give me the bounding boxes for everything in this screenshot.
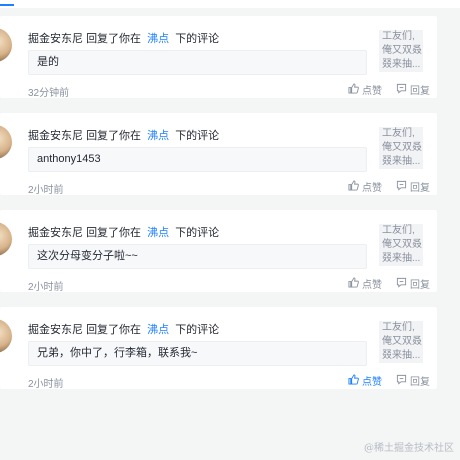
comment-icon [396, 374, 407, 388]
notification-card[interactable]: 掘金安东尼 回复了你在 沸点 下的评论 是的 32分钟前 工友们, 俺又双叒 叕… [0, 16, 437, 99]
thumbnail-line: 工友们, [382, 31, 415, 42]
thumbnail-line: 工友们, [382, 128, 415, 139]
reply-button[interactable]: 回复 [396, 82, 430, 97]
top-tab-bar [0, 0, 460, 8]
thumbnail-line: 工友们, [382, 225, 415, 236]
thumbnail-line: 叕来抽... [382, 253, 421, 264]
pin-thumbnail[interactable]: 工友们, 俺又双叒 叕来抽... [379, 321, 423, 363]
pin-thumbnail[interactable]: 工友们, 俺又双叒 叕来抽... [379, 224, 423, 266]
thumbnail-line: 叕来抽... [382, 350, 421, 361]
pin-thumbnail[interactable]: 工友们, 俺又双叒 叕来抽... [379, 30, 423, 72]
action-text: 回复了你在 [86, 33, 142, 45]
notification-headline: 掘金安东尼 回复了你在 沸点 下的评论 [28, 127, 219, 143]
pin-link[interactable]: 沸点 [147, 130, 169, 142]
avatar[interactable] [0, 319, 12, 353]
thumbs-up-icon [348, 82, 359, 97]
avatar[interactable] [0, 222, 12, 256]
comment-icon [396, 180, 407, 194]
action-bar: 点赞 回复 [348, 82, 430, 97]
notification-headline: 掘金安东尼 回复了你在 沸点 下的评论 [28, 30, 219, 46]
thumbs-up-icon [348, 373, 359, 388]
user-name[interactable]: 掘金安东尼 [28, 33, 83, 45]
notification-card[interactable]: 掘金安东尼 回复了你在 沸点 下的评论 anthony1453 2小时前 工友们… [0, 113, 437, 196]
avatar[interactable] [0, 125, 12, 159]
pin-thumbnail[interactable]: 工友们, 俺又双叒 叕来抽... [379, 127, 423, 169]
thumbnail-line: 俺又双叒 [382, 142, 422, 153]
action-bar: 点赞 回复 [348, 179, 430, 194]
like-button[interactable]: 点赞 [348, 82, 382, 97]
thumbnail-line: 叕来抽... [382, 59, 421, 70]
reply-button[interactable]: 回复 [396, 373, 430, 388]
reply-label: 回复 [410, 280, 430, 291]
notification-headline: 掘金安东尼 回复了你在 沸点 下的评论 [28, 224, 219, 240]
reply-content[interactable]: anthony1453 [28, 147, 367, 172]
after-text: 下的评论 [175, 324, 220, 336]
pin-link[interactable]: 沸点 [147, 227, 169, 239]
reply-label: 回复 [410, 183, 430, 194]
comment-icon [396, 83, 407, 97]
thumbs-up-icon [348, 276, 359, 291]
thumbnail-line: 工友们, [382, 322, 415, 333]
active-tab-indicator [0, 4, 14, 6]
like-button[interactable]: 点赞 [348, 373, 382, 388]
action-bar: 点赞 回复 [348, 373, 430, 388]
thumbnail-line: 俺又双叒 [382, 336, 422, 347]
after-text: 下的评论 [175, 130, 220, 142]
after-text: 下的评论 [175, 33, 220, 45]
user-name[interactable]: 掘金安东尼 [28, 130, 83, 142]
reply-content[interactable]: 是的 [28, 50, 367, 75]
watermark: @稀土掘金技术社区 [364, 443, 454, 454]
thumbnail-line: 叕来抽... [382, 156, 421, 167]
user-name[interactable]: 掘金安东尼 [28, 324, 83, 336]
comment-icon [396, 277, 407, 291]
like-label: 点赞 [362, 86, 382, 97]
action-bar: 点赞 回复 [348, 276, 430, 291]
reply-label: 回复 [410, 86, 430, 97]
action-text: 回复了你在 [86, 227, 142, 239]
after-text: 下的评论 [175, 227, 220, 239]
notification-headline: 掘金安东尼 回复了你在 沸点 下的评论 [28, 321, 219, 337]
like-button[interactable]: 点赞 [348, 276, 382, 291]
action-text: 回复了你在 [86, 324, 142, 336]
thumbnail-line: 俺又双叒 [382, 239, 422, 250]
notification-card[interactable]: 掘金安东尼 回复了你在 沸点 下的评论 兄弟，你中了，行李箱，联系我~ 2小时前… [0, 307, 437, 390]
timestamp: 2小时前 [28, 185, 64, 196]
pin-link[interactable]: 沸点 [147, 324, 169, 336]
timestamp: 32分钟前 [28, 88, 70, 99]
pin-link[interactable]: 沸点 [147, 33, 169, 45]
reply-content[interactable]: 兄弟，你中了，行李箱，联系我~ [28, 341, 367, 366]
reply-button[interactable]: 回复 [396, 179, 430, 194]
like-button[interactable]: 点赞 [348, 179, 382, 194]
action-text: 回复了你在 [86, 130, 142, 142]
user-name[interactable]: 掘金安东尼 [28, 227, 83, 239]
notification-card[interactable]: 掘金安东尼 回复了你在 沸点 下的评论 这次分母变分子啦~~ 2小时前 工友们,… [0, 210, 437, 293]
timestamp: 2小时前 [28, 282, 64, 293]
reply-label: 回复 [410, 377, 430, 388]
timestamp: 2小时前 [28, 379, 64, 390]
like-label: 点赞 [362, 377, 382, 388]
thumbs-up-icon [348, 179, 359, 194]
avatar[interactable] [0, 28, 12, 62]
thumbnail-line: 俺又双叒 [382, 45, 422, 56]
like-label: 点赞 [362, 183, 382, 194]
reply-content[interactable]: 这次分母变分子啦~~ [28, 244, 367, 269]
like-label: 点赞 [362, 280, 382, 291]
notification-list: 掘金安东尼 回复了你在 沸点 下的评论 是的 32分钟前 工友们, 俺又双叒 叕… [0, 16, 437, 404]
reply-button[interactable]: 回复 [396, 276, 430, 291]
